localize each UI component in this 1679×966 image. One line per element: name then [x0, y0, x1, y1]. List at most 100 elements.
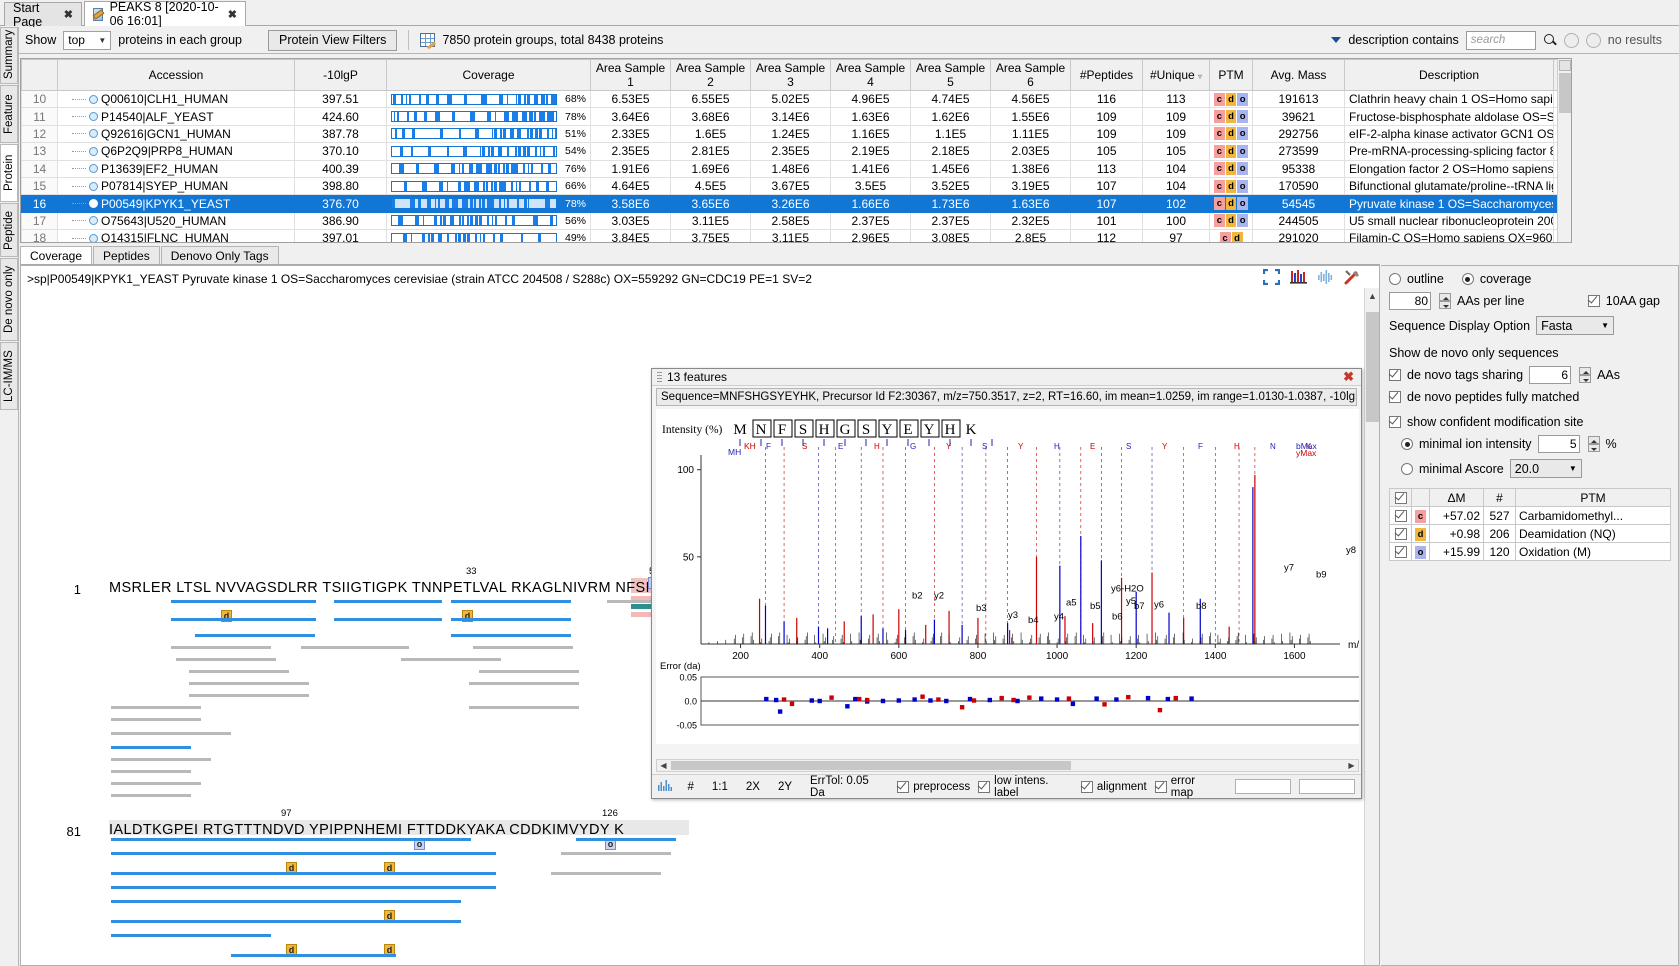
ptm-tag-c[interactable]: c — [1214, 162, 1225, 176]
ptm-legend-table[interactable]: ΔM # PTM c +57.02 527 Carbamidomethyl... d +0… — [1389, 488, 1671, 561]
protein-node-icon[interactable] — [89, 233, 98, 242]
search-icon[interactable] — [1543, 33, 1557, 47]
ptm-tag-c[interactable]: c — [1214, 214, 1225, 228]
ptm-tag-o[interactable]: o — [1237, 197, 1249, 211]
table-row[interactable]: 11 P14540|ALF_YEAST 424.60 78% 3.64E6 3.68E6 3… — [21, 107, 1571, 126]
spectrum-dialog-titlebar[interactable]: 13 features ✖ — [652, 369, 1361, 386]
protein-node-icon[interactable] — [89, 94, 98, 104]
zoom-2x-button[interactable]: 2X — [741, 778, 765, 795]
vtab-peptide[interactable]: Peptide — [0, 203, 18, 257]
table-row[interactable]: 12 Q92616|GCN1_HUMAN 387.78 51% 2.33E5 1.6E5 1… — [21, 125, 1571, 144]
ptm-row-checkbox-cell[interactable] — [1389, 506, 1412, 525]
minimal-ascore-radio[interactable] — [1401, 462, 1413, 475]
select-all-checkbox[interactable] — [1394, 491, 1407, 504]
tab-peptides[interactable]: Peptides — [93, 246, 160, 264]
zoom-1-1-button[interactable]: 1:1 — [707, 778, 733, 795]
ptm-tag-o[interactable]: o — [1237, 110, 1249, 124]
row-accession[interactable]: Q14315|FLNC_HUMAN — [57, 229, 295, 242]
protein-node-icon[interactable] — [89, 216, 98, 226]
col-unique[interactable]: #Unique ▿ — [1142, 59, 1210, 91]
ptm-legend-row[interactable]: c +57.02 527 Carbamidomethyl... — [1389, 506, 1671, 525]
tab-denovo-only-tags[interactable]: Denovo Only Tags — [160, 246, 279, 264]
ptm-row-checkbox-cell[interactable] — [1389, 542, 1412, 561]
coverage-vertical-scrollbar[interactable]: ▲ — [1364, 288, 1379, 965]
view-mode-outline[interactable]: outline — [1389, 272, 1444, 286]
ptm-tag-o[interactable]: o — [1237, 127, 1249, 141]
ptm-tag-o[interactable]: o — [1237, 214, 1249, 228]
ptm-legend-row[interactable]: d +0.98 206 Deamidation (NQ) — [1389, 524, 1671, 543]
ptm-tag-d[interactable]: d — [1225, 162, 1237, 176]
sequence-display-option-dropdown[interactable]: Fasta ▼ — [1536, 316, 1615, 335]
spectrum-chart[interactable]: Intensity (%) M N F S H G S Y E Y H K MH KH F S E H G Y S Y H E S… — [656, 409, 1526, 744]
ptm-tag-d[interactable]: d — [1225, 179, 1237, 193]
minimal-ion-intensity-radio[interactable] — [1401, 438, 1413, 450]
col-area-sample-6[interactable]: Area Sample 6 — [990, 59, 1071, 91]
col-score[interactable]: -10lgP — [294, 59, 387, 91]
gap-checkbox[interactable] — [1587, 295, 1600, 307]
scroll-left-icon[interactable]: ◀ — [657, 760, 670, 771]
spectrum-dialog[interactable]: 13 features ✖ Sequence=MNFSHGSYEYHK, Pre… — [651, 368, 1526, 799]
scroll-thumb[interactable] — [1366, 312, 1379, 422]
zoom-2y-button[interactable]: 2Y — [773, 778, 797, 795]
protein-node-icon[interactable] — [89, 146, 98, 156]
col-area-sample-1[interactable]: Area Sample 1 — [590, 59, 671, 91]
ptm-tag-d[interactable]: d — [1225, 92, 1237, 106]
minimal-ascore-dropdown[interactable]: 20.0 ▼ — [1509, 459, 1582, 478]
vtab-feature[interactable]: Feature — [0, 85, 18, 143]
denovo-tags-sharing-input[interactable]: 6 — [1529, 366, 1572, 384]
ptm-tag-d[interactable]: d — [1225, 144, 1237, 158]
minimal-ion-intensity-stepper[interactable] — [1587, 436, 1600, 452]
ptm-row-checkbox-cell[interactable] — [1389, 524, 1412, 543]
denovo-fully-matched-checkbox[interactable] — [1389, 391, 1401, 403]
ptm-tag-o[interactable]: o — [1237, 92, 1249, 106]
show-scope-dropdown[interactable]: top ▼ — [63, 30, 112, 50]
tab-start-page[interactable]: Start Page ✖ — [4, 1, 82, 29]
checkbox-icon[interactable] — [1394, 527, 1407, 540]
ptm-tag-d[interactable]: d — [1225, 127, 1237, 141]
col-area-sample-2[interactable]: Area Sample 2 — [670, 59, 751, 91]
view-mode-coverage[interactable]: coverage — [1461, 272, 1531, 286]
col-peptides[interactable]: #Peptides — [1070, 59, 1143, 91]
table-row[interactable]: 15 P07814|SYEP_HUMAN 398.80 66% 4.64E5 4.5E5 3… — [21, 177, 1571, 196]
ptm-select-all-header[interactable] — [1389, 488, 1412, 507]
expand-icon[interactable] — [1262, 268, 1281, 286]
table-row[interactable]: 17 O75643|U520_HUMAN 386.90 56% 3.03E5 3.11E5… — [21, 212, 1571, 231]
tab-coverage[interactable]: Coverage — [20, 246, 93, 264]
scroll-thumb[interactable] — [671, 761, 1071, 770]
col-area-sample-4[interactable]: Area Sample 4 — [830, 59, 911, 91]
close-icon[interactable]: ✖ — [1343, 369, 1354, 385]
table-row[interactable]: 14 P13639|EF2_HUMAN 400.39 76% 1.91E6 1.69E6 1… — [21, 160, 1571, 178]
ptm-tag-o[interactable]: o — [1237, 179, 1249, 193]
ptm-tag-d[interactable]: d — [1225, 197, 1237, 211]
drag-handle-icon[interactable] — [657, 371, 662, 383]
protein-node-icon[interactable] — [89, 164, 98, 174]
spectrum-icon[interactable] — [1317, 269, 1334, 285]
col-coverage[interactable]: Coverage — [386, 59, 591, 91]
ptm-legend-row[interactable]: o +15.99 120 Oxidation (M) — [1389, 542, 1671, 561]
ptm-tag-d[interactable]: d — [1231, 231, 1243, 242]
error-map-toggle[interactable]: error map — [1154, 775, 1219, 799]
minimal-ion-intensity-input[interactable]: 5 — [1537, 435, 1580, 453]
protein-table-scrollbar[interactable] — [1557, 59, 1571, 242]
scroll-up-icon[interactable]: ▲ — [1365, 288, 1379, 303]
table-row[interactable]: 10 Q00610|CLH1_HUMAN 397.51 68% 6.53E5 6.55E5… — [21, 90, 1571, 109]
peak-count-button[interactable]: # — [682, 778, 698, 795]
row-accession[interactable]: Q6P2Q9|PRP8_HUMAN — [57, 142, 295, 161]
col-area-sample-5[interactable]: Area Sample 5 — [910, 59, 991, 91]
row-accession[interactable]: Q00610|CLH1_HUMAN — [57, 90, 295, 109]
row-accession[interactable]: O75643|U520_HUMAN — [57, 212, 295, 231]
chevron-down-icon[interactable] — [1331, 37, 1342, 43]
ptm-count-header[interactable]: # — [1483, 488, 1516, 507]
aas-per-line-input[interactable]: 80 — [1389, 292, 1431, 310]
table-row[interactable]: 13 Q6P2Q9|PRP8_HUMAN 370.10 54% 2.35E5 2.81E5… — [21, 142, 1571, 161]
ptm-tag-d[interactable]: d — [1225, 110, 1237, 124]
alignment-toggle[interactable]: alignment — [1080, 780, 1147, 793]
status-field-2[interactable] — [1298, 779, 1355, 794]
denovo-tags-sharing-checkbox[interactable] — [1389, 369, 1401, 381]
col-rownum[interactable] — [21, 59, 58, 91]
table-row[interactable]: 16 P00549|KPYK1_YEAST 376.70 78% 3.58E6 3.65E… — [21, 194, 1571, 213]
prev-result-button[interactable] — [1563, 32, 1579, 48]
row-accession[interactable]: P14540|ALF_YEAST — [57, 107, 295, 126]
confident-mod-site-checkbox[interactable] — [1389, 416, 1401, 428]
bar-chart-icon[interactable] — [1290, 269, 1307, 285]
